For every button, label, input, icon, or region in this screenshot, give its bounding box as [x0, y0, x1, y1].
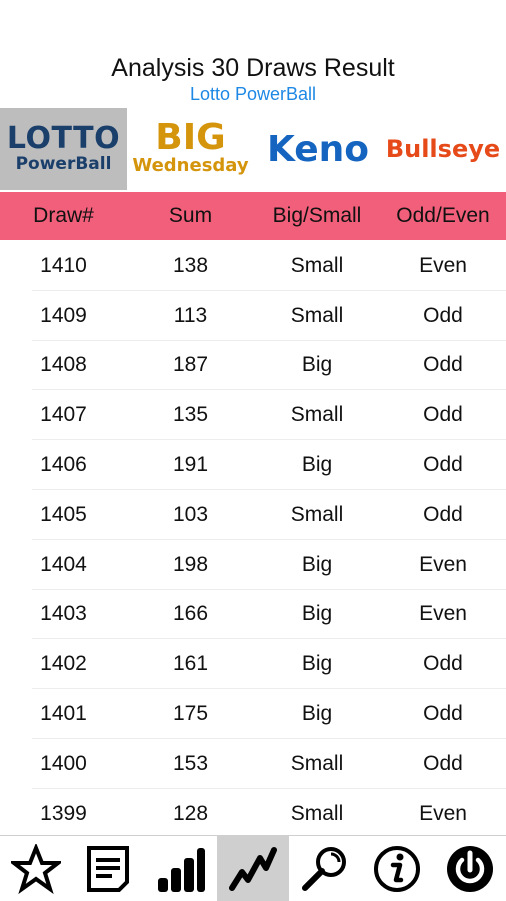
game-tab-keno[interactable]: Keno — [256, 108, 380, 190]
table-row: 1407 135 Small Odd — [0, 390, 506, 440]
cell-draw: 1400 — [40, 751, 87, 775]
game-selector: LOTTO PowerBall BIG Wednesday Keno Bulls… — [0, 108, 506, 190]
cell-draw: 1409 — [40, 303, 87, 327]
cell-big-small: Small — [290, 403, 344, 427]
cell-sum: 113 — [173, 303, 208, 327]
cell-draw: 1402 — [40, 652, 87, 676]
powerball-logo-text: PowerBall — [15, 154, 112, 174]
cell-odd-even: Odd — [423, 403, 463, 427]
cell-sum: 128 — [172, 801, 209, 825]
table-row: 1404 198 Big Even — [0, 540, 506, 590]
table-row: 1399 128 Small Even — [0, 789, 506, 835]
analysis-button[interactable] — [216, 836, 290, 901]
cell-draw: 1410 — [40, 253, 87, 277]
results-list-button[interactable] — [72, 836, 144, 901]
cell-big-small: Big — [301, 453, 333, 477]
bullseye-logo-text: Bullseye — [385, 135, 501, 163]
statistics-button[interactable] — [145, 836, 217, 901]
cell-big-small: Small — [290, 801, 344, 825]
cell-big-small: Small — [290, 253, 344, 277]
cell-draw: 1405 — [40, 502, 87, 526]
cell-sum: 191 — [172, 453, 209, 477]
cell-sum: 198 — [172, 552, 209, 576]
cell-big-small: Small — [290, 751, 344, 775]
cell-sum: 161 — [172, 652, 209, 676]
game-tab-bullseye[interactable]: Bullseye — [380, 108, 506, 190]
column-header-big-small: Big/Small — [272, 204, 362, 227]
table-row: 1403 166 Big Even — [0, 590, 506, 640]
table-row: 1409 113 Small Odd — [0, 291, 506, 341]
cell-odd-even: Odd — [423, 652, 463, 676]
cell-sum: 135 — [172, 403, 209, 427]
bar-chart-icon — [157, 847, 205, 892]
cell-big-small: Big — [301, 652, 333, 676]
table-row: 1400 153 Small Odd — [0, 739, 506, 789]
cell-big-small: Small — [290, 502, 344, 526]
cell-draw: 1399 — [40, 801, 87, 825]
cell-odd-even: Odd — [423, 353, 463, 377]
page-subtitle: Lotto PowerBall — [189, 84, 317, 104]
search-icon — [302, 846, 347, 891]
column-header-odd-even: Odd/Even — [396, 204, 490, 227]
cell-sum: 138 — [172, 253, 209, 277]
cell-draw: 1406 — [40, 453, 87, 477]
lotto-logo-text: LOTTO — [6, 121, 121, 156]
cell-big-small: Big — [301, 353, 333, 377]
cell-sum: 153 — [172, 751, 209, 775]
keno-logo-text: Keno — [266, 128, 370, 170]
star-icon — [11, 843, 62, 894]
cell-odd-even: Odd — [423, 751, 463, 775]
power-icon — [446, 845, 493, 892]
cell-odd-even: Even — [419, 602, 467, 626]
table-header: Draw# Sum Big/Small Odd/Even — [0, 192, 506, 240]
favorites-button[interactable] — [0, 836, 72, 901]
cell-draw: 1401 — [40, 702, 87, 726]
app-header: Analysis 30 Draws Result Lotto PowerBall — [0, 0, 506, 109]
table-row: 1402 161 Big Odd — [0, 639, 506, 689]
cell-big-small: Big — [301, 552, 333, 576]
bottom-navigation — [0, 835, 506, 901]
game-tab-big-wednesday[interactable]: BIG Wednesday — [127, 108, 254, 190]
list-icon — [87, 845, 130, 892]
cell-odd-even: Even — [419, 552, 467, 576]
column-header-draw: Draw# — [33, 204, 94, 227]
column-header-sum: Sum — [168, 204, 213, 227]
cell-big-small: Small — [290, 303, 344, 327]
table-row: 1401 175 Big Odd — [0, 689, 506, 739]
table-row: 1406 191 Big Odd — [0, 440, 506, 490]
cell-sum: 175 — [172, 702, 209, 726]
table-row: 1410 138 Small Even — [0, 241, 506, 291]
cell-odd-even: Odd — [423, 502, 463, 526]
cell-sum: 187 — [172, 353, 209, 377]
cell-draw: 1404 — [40, 552, 87, 576]
exit-button[interactable] — [434, 836, 506, 901]
cell-sum: 166 — [172, 602, 209, 626]
cell-draw: 1407 — [40, 403, 87, 427]
big-logo-text: BIG — [155, 117, 226, 158]
table-row: 1408 187 Big Odd — [0, 341, 506, 391]
results-table-body[interactable]: 1410 138 Small Even 1409 113 Small Odd 1408 187… — [0, 241, 506, 835]
cell-big-small: Big — [301, 702, 333, 726]
game-tab-lotto-powerball[interactable]: LOTTO PowerBall — [0, 108, 127, 190]
cell-odd-even: Odd — [423, 453, 463, 477]
search-button[interactable] — [289, 836, 361, 901]
table-row: 1405 103 Small Odd — [0, 490, 506, 540]
cell-odd-even: Odd — [423, 303, 463, 327]
cell-sum: 103 — [172, 502, 209, 526]
cell-odd-even: Even — [419, 253, 467, 277]
cell-draw: 1403 — [40, 602, 87, 626]
wednesday-logo-text: Wednesday — [132, 155, 249, 176]
info-icon — [374, 845, 421, 892]
info-button[interactable] — [361, 836, 433, 901]
cell-draw: 1408 — [40, 353, 87, 377]
page-title: Analysis 30 Draws Result — [111, 54, 395, 82]
trend-icon — [228, 846, 277, 891]
cell-big-small: Big — [301, 602, 333, 626]
cell-odd-even: Even — [419, 801, 467, 825]
cell-odd-even: Odd — [423, 702, 463, 726]
